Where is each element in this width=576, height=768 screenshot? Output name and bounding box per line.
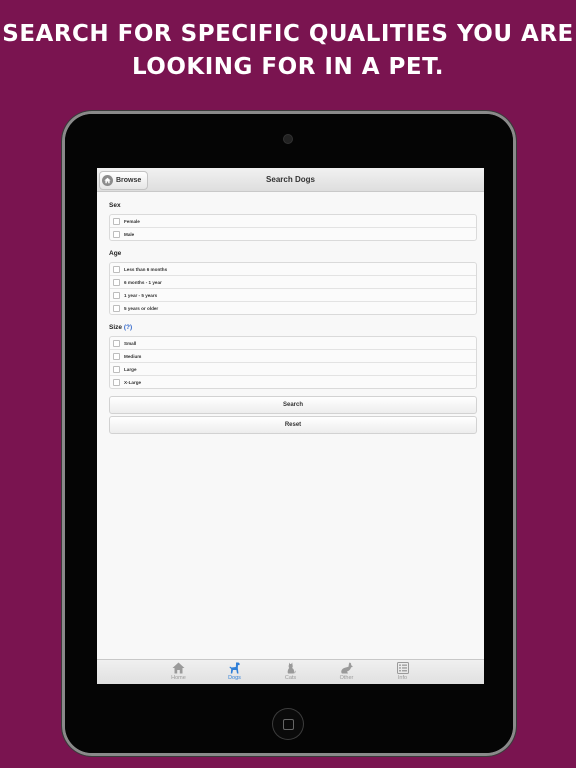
search-form: Sex Female Male Age Less than 6 months 6… (109, 200, 477, 436)
option-label: Large (124, 366, 137, 372)
reset-button[interactable]: Reset (109, 416, 477, 434)
size-checkbox[interactable] (113, 378, 120, 386)
size-option-medium[interactable]: Medium (110, 349, 476, 362)
size-option-x-large[interactable]: X-Large (110, 375, 476, 388)
sex-option-male[interactable]: Male (110, 227, 476, 240)
age-option-5-years-or-older[interactable]: 5 years or older (110, 301, 476, 314)
rabbit-icon (340, 662, 353, 674)
size-options-group: Small Medium Large X-Large (109, 336, 477, 389)
info-list-icon (396, 662, 409, 674)
age-checkbox[interactable] (113, 278, 120, 286)
tab-home[interactable]: Home (151, 660, 207, 684)
size-checkbox[interactable] (113, 365, 120, 373)
sex-section-label: Sex (109, 202, 121, 209)
male-checkbox[interactable] (113, 230, 120, 238)
page-title: Search Dogs (266, 175, 315, 184)
age-option-1-5-years[interactable]: 1 year - 5 years (110, 288, 476, 301)
age-checkbox[interactable] (113, 291, 120, 299)
tab-label: Other (339, 675, 354, 681)
home-icon (172, 662, 185, 674)
sex-options-group: Female Male (109, 214, 477, 241)
navigation-bar: Browse Search Dogs (97, 168, 484, 192)
size-option-small[interactable]: Small (110, 337, 476, 349)
size-help-link[interactable]: (?) (124, 324, 132, 331)
tab-label: Dogs (228, 675, 241, 681)
promo-headline: SEARCH FOR SPECIFIC QUALITIES YOU ARE LO… (0, 18, 576, 84)
promo-headline-line-1: SEARCH FOR SPECIFIC QUALITIES YOU ARE (2, 21, 574, 47)
tab-cats[interactable]: Cats (263, 660, 319, 684)
tab-bar: Home Dogs Cats Other Info (97, 659, 484, 684)
option-label: Small (124, 340, 137, 346)
age-section-label: Age (109, 250, 122, 257)
cat-icon (287, 662, 296, 674)
size-option-large[interactable]: Large (110, 362, 476, 375)
tab-label: Home (171, 675, 186, 681)
option-label: X-Large (124, 379, 142, 385)
camera-icon (284, 135, 292, 143)
sex-option-female[interactable]: Female (110, 215, 476, 227)
app-screen: Browse Search Dogs Sex Female Male Age L… (97, 168, 484, 684)
dog-icon (229, 662, 240, 674)
option-label: Less than 6 months (124, 266, 168, 272)
option-label: 5 years or older (124, 305, 159, 311)
size-section-label: Size (?) (109, 322, 477, 336)
option-label: Medium (124, 353, 142, 359)
age-checkbox[interactable] (113, 304, 120, 312)
size-checkbox[interactable] (113, 339, 120, 347)
age-options-group: Less than 6 months 6 months - 1 year 1 y… (109, 262, 477, 315)
tab-label: Info (397, 675, 408, 681)
size-label-text: Size (109, 324, 123, 331)
option-label: 6 months - 1 year (124, 279, 162, 285)
tab-other[interactable]: Other (319, 660, 375, 684)
option-label: Male (124, 231, 135, 237)
search-button[interactable]: Search (109, 396, 477, 414)
option-label: Female (124, 218, 140, 224)
tab-label: Cats (284, 675, 297, 681)
age-option-6-months-1-year[interactable]: 6 months - 1 year (110, 275, 476, 288)
tab-info[interactable]: Info (375, 660, 431, 684)
promo-headline-line-2: LOOKING FOR IN A PET. (131, 54, 445, 80)
age-option-less-than-6-months[interactable]: Less than 6 months (110, 263, 476, 275)
home-hardware-button[interactable] (273, 709, 303, 739)
age-checkbox[interactable] (113, 265, 120, 273)
tab-dogs[interactable]: Dogs (207, 660, 263, 684)
size-checkbox[interactable] (113, 352, 120, 360)
option-label: 1 year - 5 years (124, 292, 158, 298)
female-checkbox[interactable] (113, 217, 120, 225)
